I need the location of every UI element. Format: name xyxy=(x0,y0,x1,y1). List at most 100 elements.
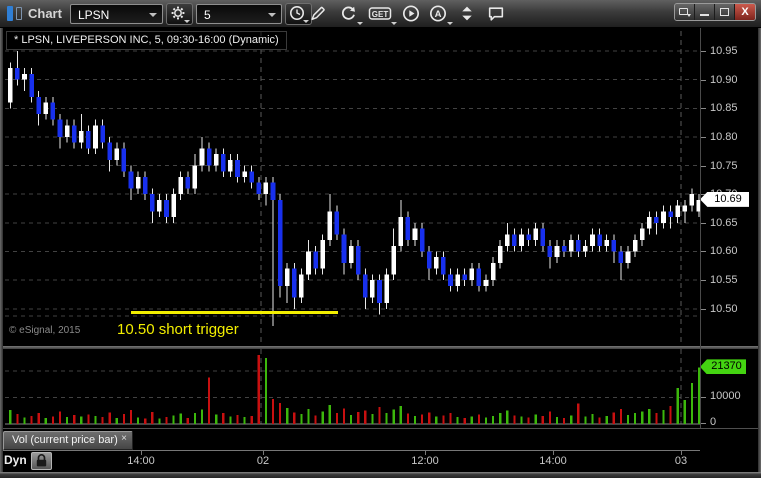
close-button[interactable]: X xyxy=(735,4,755,20)
candle-body xyxy=(512,234,517,246)
volume-bar xyxy=(421,414,424,424)
volume-tag-value: 21370 xyxy=(711,360,742,373)
minimize-button[interactable] xyxy=(695,4,715,20)
volume-bar xyxy=(392,409,395,424)
candle-body xyxy=(611,240,617,252)
draw-tool-button[interactable] xyxy=(308,4,332,25)
candle-body xyxy=(121,148,127,172)
symbol-combo[interactable]: LPSN xyxy=(70,4,163,24)
volume-bar xyxy=(442,415,445,424)
time-axis-row[interactable]: Dyn 14:00 02 12:00 14:00 03 xyxy=(0,450,761,472)
candle-body xyxy=(632,240,638,252)
volume-bar xyxy=(669,405,672,424)
candle-body xyxy=(526,234,531,241)
annotation-trendline xyxy=(131,310,338,314)
price-axis-label: 10.50 xyxy=(710,302,738,315)
reload-button[interactable] xyxy=(338,4,363,25)
price-axis-label: 10.55 xyxy=(710,274,738,287)
volume-bar xyxy=(548,411,551,424)
maximize-button[interactable] xyxy=(715,4,735,20)
volume-bar xyxy=(357,411,360,424)
price-tick-dash xyxy=(701,222,706,224)
volume-bar xyxy=(690,382,693,424)
volume-bar xyxy=(506,410,509,424)
candle-body xyxy=(675,205,680,218)
candle-body xyxy=(135,177,141,189)
chevron-down-icon xyxy=(391,22,397,25)
volume-chart[interactable] xyxy=(3,349,700,427)
candle-body xyxy=(462,274,467,281)
candle-body xyxy=(434,257,439,269)
candle-body xyxy=(22,73,27,80)
popout-button[interactable] xyxy=(675,4,695,20)
volume-bar xyxy=(413,415,417,424)
candle-body xyxy=(363,274,368,298)
volume-bar xyxy=(80,416,83,424)
candle-body xyxy=(29,73,34,97)
play-button[interactable] xyxy=(401,4,425,25)
volume-bar xyxy=(683,400,686,424)
candle-body xyxy=(682,205,688,212)
volume-pane-tab[interactable]: Vol (current price bar) × xyxy=(3,431,133,450)
candle-body xyxy=(554,245,560,258)
titlebar[interactable]: Chart LPSN 5 GET A X xyxy=(0,0,761,28)
volume-bar xyxy=(87,414,90,424)
volume-bar xyxy=(172,415,175,424)
volume-bar xyxy=(186,418,189,424)
candle-body xyxy=(249,171,254,183)
candle-body xyxy=(107,142,112,160)
candle-body xyxy=(164,199,169,218)
chevron-down-icon xyxy=(687,14,691,17)
candle-body xyxy=(654,217,659,223)
minimize-icon xyxy=(700,14,709,16)
volume-bar xyxy=(470,416,473,424)
volume-bar xyxy=(364,410,367,424)
candle-body xyxy=(426,251,432,269)
volume-bar xyxy=(477,414,480,424)
time-axis-line xyxy=(3,450,700,451)
chevron-down-icon[interactable] xyxy=(268,13,276,17)
chart-window-icon xyxy=(7,6,24,21)
copyright-text: © eSignal, 2015 xyxy=(9,325,81,336)
volume-bar xyxy=(250,415,253,424)
price-axis-label: 10.95 xyxy=(710,45,738,57)
chevron-down-icon[interactable] xyxy=(149,13,157,17)
candle-body xyxy=(583,245,588,252)
volume-bar xyxy=(222,412,225,424)
volume-axis-label: 10000 xyxy=(710,389,741,402)
window-frame xyxy=(0,28,3,478)
link-button[interactable] xyxy=(457,4,481,25)
auto-tool-button[interactable]: A xyxy=(428,4,453,25)
auto-label: A xyxy=(435,9,442,20)
candle-body xyxy=(327,211,333,241)
candle-body xyxy=(540,228,546,246)
get-data-button[interactable]: GET xyxy=(368,4,397,25)
candle-body xyxy=(320,240,325,269)
volume-bar xyxy=(555,417,559,424)
comment-button[interactable] xyxy=(486,4,510,25)
price-axis-label: 10.90 xyxy=(710,73,738,86)
candle-body xyxy=(299,274,304,298)
axis-border xyxy=(700,28,701,450)
interval-combo[interactable]: 5 xyxy=(196,4,282,24)
volume-bar xyxy=(73,414,76,424)
close-icon[interactable]: × xyxy=(121,432,127,446)
candle-body xyxy=(490,262,496,281)
dynamic-session-label: Dyn xyxy=(4,453,27,467)
candlestick-chart[interactable] xyxy=(3,28,700,346)
volume-bar xyxy=(612,412,615,424)
candle-body xyxy=(519,234,524,246)
pane-tab-row: Vol (current price bar) × xyxy=(0,428,761,450)
lock-button[interactable] xyxy=(31,452,52,470)
volume-bar xyxy=(484,417,488,424)
candle-body xyxy=(206,148,212,166)
candle-body xyxy=(348,245,354,263)
price-tick-dash xyxy=(701,79,706,81)
symbol-settings-button[interactable] xyxy=(166,3,193,25)
swap-arrows-icon xyxy=(462,6,472,21)
volume-bar xyxy=(129,410,133,424)
candle-body xyxy=(391,245,396,275)
annotation-text[interactable]: 10.50 short trigger xyxy=(117,321,239,338)
volume-bar xyxy=(598,417,601,424)
time-axis-label: 03 xyxy=(674,455,688,467)
